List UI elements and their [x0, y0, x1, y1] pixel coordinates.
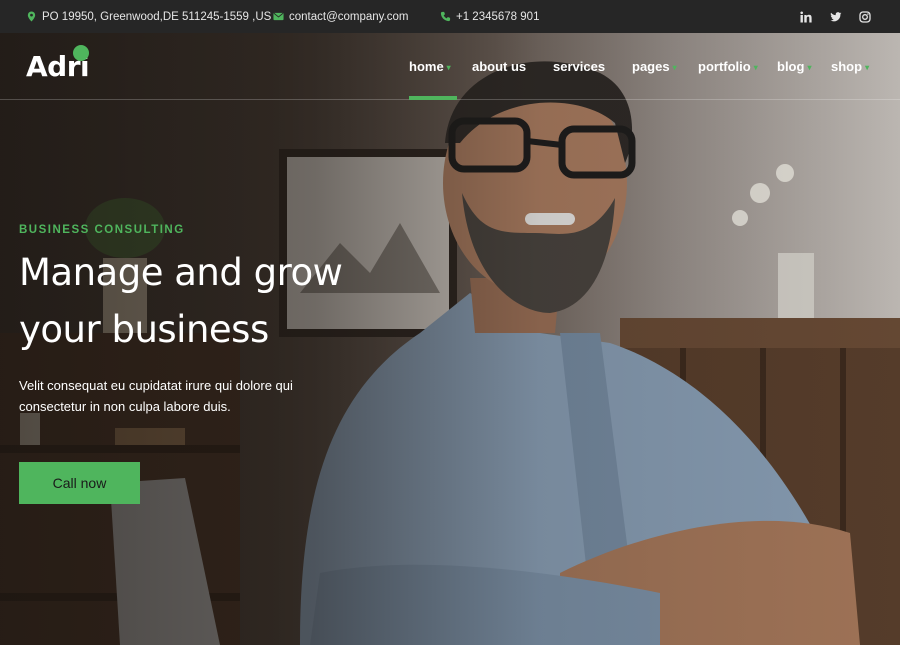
- headline-highlight: business: [107, 308, 276, 351]
- nav-item-portfolio[interactable]: portfolio ▾: [698, 33, 758, 100]
- logo-dot: [73, 45, 89, 61]
- nav-item-label: blog: [777, 59, 805, 74]
- nav-item-label: about us: [472, 59, 527, 74]
- chevron-down-icon: ▾: [672, 63, 677, 72]
- nav-item-label: portfolio: [698, 59, 751, 74]
- twitter-icon: [830, 11, 842, 21]
- chevron-down-icon: ▾: [807, 63, 812, 72]
- phone-icon: [440, 11, 451, 22]
- active-nav-indicator: [409, 96, 457, 100]
- phone-info[interactable]: +1 2345678 901: [440, 0, 539, 33]
- hero-section: Adri home ▾ about us services pages ▾ port…: [0, 33, 900, 645]
- nav-item-shop[interactable]: shop ▾: [831, 33, 869, 100]
- map-pin-icon: [27, 11, 36, 22]
- hero-headline-line-1: Manage and grow: [19, 251, 349, 294]
- email-text[interactable]: contact@company.com: [289, 11, 408, 23]
- phone-text[interactable]: +1 2345678 901: [456, 11, 539, 23]
- nav-item-label: shop: [831, 59, 863, 74]
- instagram-icon: [859, 10, 871, 23]
- nav-item-label: home: [409, 59, 444, 74]
- headline-text: Manage and: [19, 251, 254, 294]
- call-now-button[interactable]: Call now: [19, 462, 140, 504]
- top-info-bar: PO 19950, Greenwood,DE 511245-1559 ,US c…: [0, 0, 900, 33]
- chevron-down-icon: ▾: [446, 63, 451, 72]
- main-navbar: Adri home ▾ about us services pages ▾ port…: [0, 33, 900, 100]
- instagram-link[interactable]: [859, 0, 871, 33]
- chevron-down-icon: ▾: [753, 63, 758, 72]
- linkedin-link[interactable]: [800, 0, 812, 33]
- headline-highlight: grow: [249, 251, 349, 294]
- address-text: PO 19950, Greenwood,DE 511245-1559 ,US: [42, 10, 272, 23]
- nav-item-services[interactable]: services: [553, 33, 605, 100]
- nav-item-label: pages: [632, 59, 670, 74]
- hero-eyebrow: BUSINESS CONSULTING: [19, 224, 185, 236]
- chevron-down-icon: ▾: [865, 63, 870, 72]
- nav-item-home[interactable]: home ▾: [409, 33, 451, 100]
- address-info: PO 19950, Greenwood,DE 511245-1559 ,US: [26, 0, 271, 33]
- nav-item-label: services: [553, 59, 606, 74]
- nav-item-about-us[interactable]: about us: [472, 33, 526, 100]
- linkedin-icon: [800, 11, 812, 22]
- headline-text: your: [19, 308, 112, 351]
- hero-headline-line-2: your business: [19, 308, 276, 351]
- twitter-link[interactable]: [830, 0, 842, 33]
- hero-description: Velit consequat eu cupidatat irure qui d…: [19, 378, 293, 414]
- nav-item-blog[interactable]: blog ▾: [777, 33, 811, 100]
- nav-item-pages[interactable]: pages ▾: [632, 33, 677, 100]
- email-info[interactable]: contact@company.com: [273, 0, 408, 33]
- envelope-icon: [273, 12, 284, 21]
